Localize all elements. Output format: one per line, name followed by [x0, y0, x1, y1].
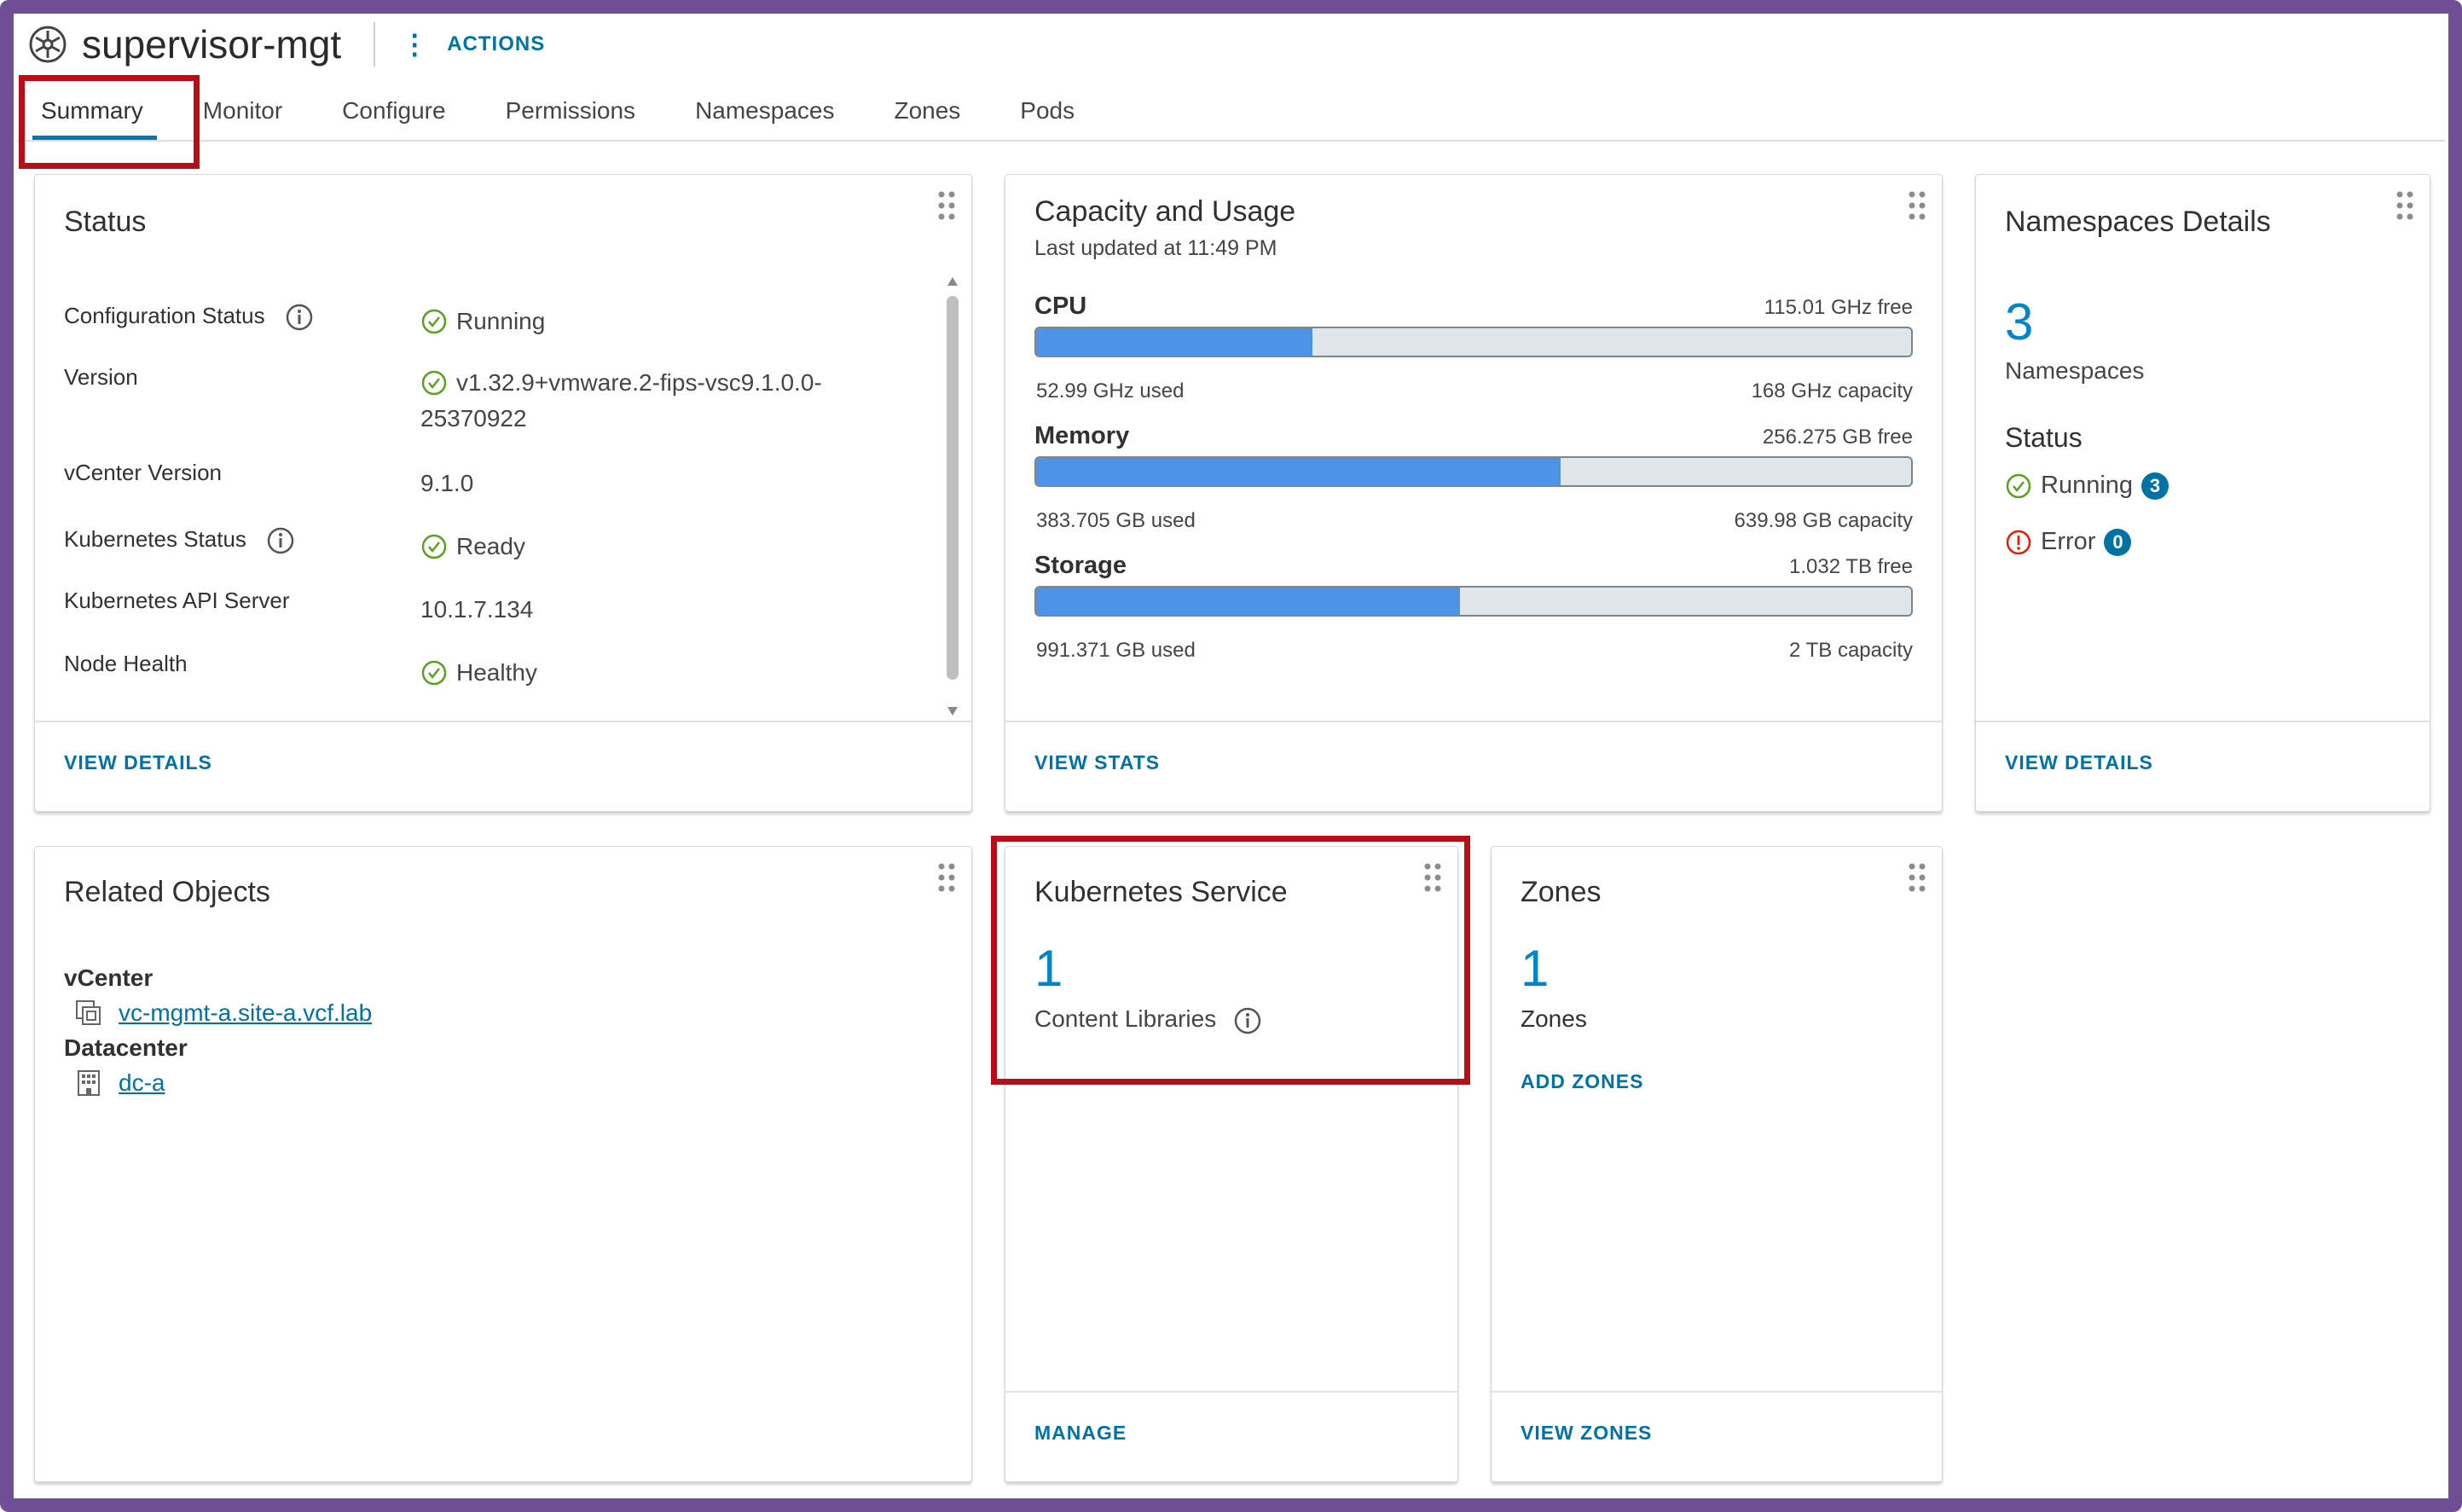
namespaces-status-heading: Status [2005, 422, 2083, 453]
storage-used: 991.371 GB used [1036, 639, 1196, 662]
kubernetes-service-highlight [991, 836, 1470, 1085]
page-title: supervisor-mgt [82, 22, 342, 67]
last-updated-text: Last updated at 11:49 PM [1034, 236, 1277, 260]
kubernetes-icon [29, 26, 67, 63]
cpu-capacity: 168 GHz capacity [1751, 379, 1913, 403]
actions-menu-button[interactable]: ACTIONS [447, 32, 545, 56]
tab-monitor[interactable]: Monitor [203, 89, 282, 140]
tab-bar-divider [17, 140, 2445, 142]
node-health-value: Healthy [420, 659, 537, 686]
summary-tab-highlight [19, 75, 200, 169]
zones-card-footer: VIEW ZONES [1492, 1391, 1942, 1481]
memory-usage-bar [1034, 456, 1913, 487]
datacenter-link[interactable]: dc-a [119, 1069, 165, 1097]
cpu-usage-bar [1034, 327, 1913, 357]
vcenter-link-row: vc-mgmt-a.site-a.vcf.lab [74, 999, 372, 1028]
view-details-link[interactable]: VIEW DETAILS [2005, 751, 2153, 774]
capacity-card: Capacity and Usage Last updated at 11:49… [1005, 174, 1943, 812]
error-count-badge: 0 [2104, 528, 2132, 556]
memory-usage-fill [1036, 458, 1561, 485]
tab-zones[interactable]: Zones [894, 89, 960, 140]
zones-count[interactable]: 1 [1521, 939, 1549, 998]
tab-configure[interactable]: Configure [342, 89, 445, 140]
vertical-ellipsis-icon[interactable]: ⋮ [401, 31, 428, 58]
datacenter-icon [78, 1070, 100, 1096]
check-circle-icon [421, 309, 447, 334]
drag-handle-icon[interactable] [937, 862, 956, 893]
namespaces-count-label: Namespaces [2005, 357, 2145, 384]
kubernetes-api-server-value: 10.1.7.134 [420, 596, 534, 623]
version-value: v1.32.9+vmware.2-fips-vsc9.1.0.0- [420, 369, 822, 397]
storage-free: 1.032 TB free [1789, 555, 1913, 578]
kubernetes-service-footer: MANAGE [1005, 1391, 1457, 1481]
memory-label: Memory [1034, 422, 1130, 449]
cpu-free: 115.01 GHz free [1764, 296, 1913, 319]
drag-handle-icon[interactable] [1908, 862, 1926, 893]
namespaces-error-status[interactable]: Error 0 [2005, 528, 2132, 556]
status-card-footer: VIEW DETAILS [35, 721, 971, 811]
check-circle-icon [421, 534, 447, 559]
configuration-status-value: Running [420, 308, 545, 335]
related-objects-title: Related Objects [64, 876, 270, 908]
running-count-badge: 3 [2141, 472, 2169, 500]
vcenter-link[interactable]: vc-mgmt-a.site-a.vcf.lab [119, 999, 372, 1027]
kubernetes-api-server-label: Kubernetes API Server [64, 588, 290, 613]
zones-card-title: Zones [1521, 876, 1602, 908]
check-circle-icon [421, 370, 447, 396]
capacity-card-title: Capacity and Usage [1034, 195, 1296, 228]
datacenter-link-row: dc-a [74, 1069, 165, 1098]
add-zones-link[interactable]: ADD ZONES [1521, 1070, 1643, 1093]
exclamation-circle-icon [2006, 530, 2031, 554]
vcenter-version-label: vCenter Version [64, 460, 222, 485]
zones-card: Zones 1 Zones ADD ZONES VIEW ZONES [1491, 846, 1943, 1482]
info-icon[interactable] [266, 526, 295, 555]
vcenter-heading: vCenter [64, 965, 154, 991]
namespaces-running-status[interactable]: Running 3 [2005, 472, 2169, 500]
status-card-title: Status [64, 206, 147, 238]
drag-handle-icon[interactable] [1908, 190, 1926, 221]
info-icon[interactable] [285, 303, 314, 332]
status-card: Status Configuration Status Running Vers… [34, 174, 972, 812]
version-label: Version [64, 364, 138, 390]
storage-usage-bar [1034, 586, 1913, 617]
kubernetes-status-value: Ready [420, 533, 525, 560]
view-zones-link[interactable]: VIEW ZONES [1521, 1422, 1652, 1445]
storage-usage-fill [1036, 588, 1460, 615]
manage-link[interactable]: MANAGE [1034, 1422, 1127, 1445]
drag-handle-icon[interactable] [2395, 190, 2414, 221]
version-value-build: 25370922 [420, 405, 527, 432]
namespaces-card-title: Namespaces Details [2005, 206, 2271, 238]
cpu-label: CPU [1034, 293, 1087, 320]
configuration-status-label: Configuration Status [64, 303, 314, 332]
zones-count-label: Zones [1521, 1005, 1587, 1032]
storage-capacity: 2 TB capacity [1789, 639, 1913, 662]
drag-handle-icon[interactable] [937, 190, 956, 221]
cpu-used: 52.99 GHz used [1036, 379, 1185, 403]
check-circle-icon [421, 660, 447, 686]
node-health-label: Node Health [64, 651, 188, 676]
memory-used: 383.705 GB used [1036, 509, 1196, 532]
tab-permissions[interactable]: Permissions [506, 89, 635, 140]
view-details-link[interactable]: VIEW DETAILS [64, 751, 212, 774]
vcenter-version-value: 9.1.0 [420, 470, 474, 496]
object-header: supervisor-mgt ⋮ ACTIONS [29, 19, 545, 70]
capacity-card-footer: VIEW STATS [1005, 721, 1942, 811]
namespaces-card: Namespaces Details 3 Namespaces Status R… [1975, 174, 2430, 812]
scrollbar-thumb[interactable] [947, 296, 959, 680]
header-divider [374, 22, 376, 67]
namespaces-card-footer: VIEW DETAILS [1976, 721, 2430, 811]
memory-free: 256.275 GB free [1762, 426, 1913, 449]
check-circle-icon [2006, 473, 2031, 498]
memory-capacity: 639.98 GB capacity [1734, 509, 1913, 532]
tab-namespaces[interactable]: Namespaces [695, 89, 834, 140]
related-objects-card: Related Objects vCenter vc-mgmt-a.site-a… [34, 846, 972, 1482]
cpu-usage-fill [1036, 328, 1312, 356]
tab-pods[interactable]: Pods [1020, 89, 1075, 140]
vcenter-icon [76, 1000, 101, 1025]
datacenter-heading: Datacenter [64, 1034, 188, 1061]
view-stats-link[interactable]: VIEW STATS [1034, 751, 1160, 774]
namespaces-count[interactable]: 3 [2005, 293, 2033, 351]
kubernetes-status-label: Kubernetes Status [64, 526, 295, 555]
storage-label: Storage [1034, 552, 1127, 579]
